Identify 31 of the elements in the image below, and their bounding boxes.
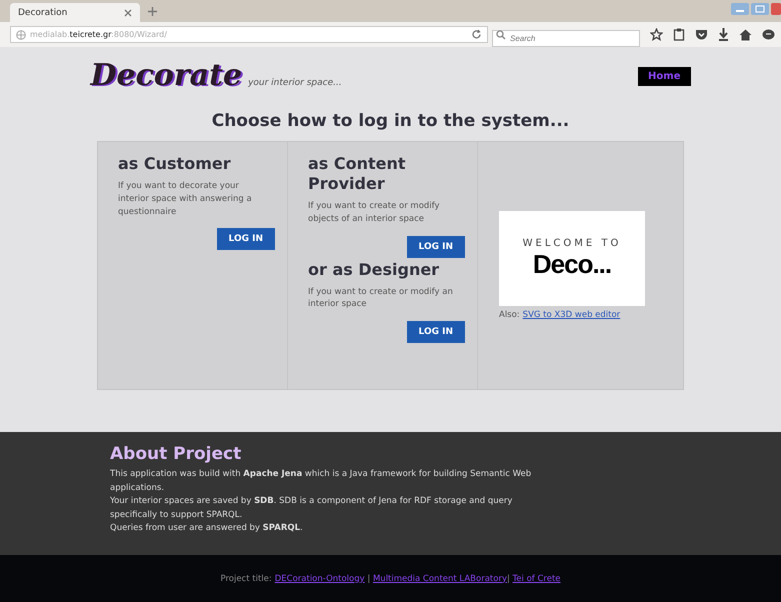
browser-tab[interactable]: Decoration <box>10 3 140 22</box>
role-description: If you want to decorate your interior space with answering a questionnaire <box>118 180 253 218</box>
search-field[interactable]: Search <box>492 30 640 47</box>
about-title: About Project <box>110 444 242 464</box>
welcome-text: WELCOME TO <box>522 238 622 248</box>
role-title: as Content Provider <box>308 154 407 194</box>
address-bar[interactable]: medialab.teicrete.gr:8080/Wizard/ <box>10 26 488 43</box>
login-button[interactable]: LOG IN <box>216 228 275 250</box>
logo[interactable]: Decorate <box>90 61 242 91</box>
footer-label: Project title: <box>220 574 272 584</box>
also-label: Also: <box>499 310 520 320</box>
banner-title: Deco... <box>532 248 612 280</box>
editor-link[interactable]: SVG to X3D web editor <box>522 310 620 320</box>
link-separator: | <box>366 574 372 584</box>
home-link[interactable]: Home <box>638 66 690 86</box>
role-title: or as Designer <box>308 260 440 280</box>
link-separator: | <box>506 574 511 584</box>
login-button[interactable]: LOG IN <box>406 236 465 258</box>
url-text: medialab.teicrete.gr:8080/Wizard/ <box>30 30 167 39</box>
footer-link[interactable]: Tei of Crete <box>512 574 561 584</box>
page-heading: Choose how to log in to the system... <box>212 111 570 131</box>
role-description: If you want to create or modify objects of an interior space <box>308 200 441 226</box>
about-paragraph: Queries from user are answered by SPARQL. <box>110 522 304 536</box>
role-description: If you want to create or modify an interior space <box>308 286 454 311</box>
login-button[interactable]: LOG IN <box>406 321 465 343</box>
tagline: your interior space... <box>248 78 342 88</box>
role-title: as Customer <box>118 154 232 174</box>
footer-link[interactable]: Multimedia Content LABoratory <box>372 574 507 584</box>
about-paragraph: Your interior spaces are saved by SDB. SDB is a component of Jena for RDF storage and query specifically to support SPARQL. <box>110 495 514 522</box>
footer-link[interactable]: DECoration-Ontology <box>274 574 365 584</box>
about-paragraph: This application was build with Apache Jena which is a Java framework for building Semantic Web applications. <box>110 468 532 495</box>
